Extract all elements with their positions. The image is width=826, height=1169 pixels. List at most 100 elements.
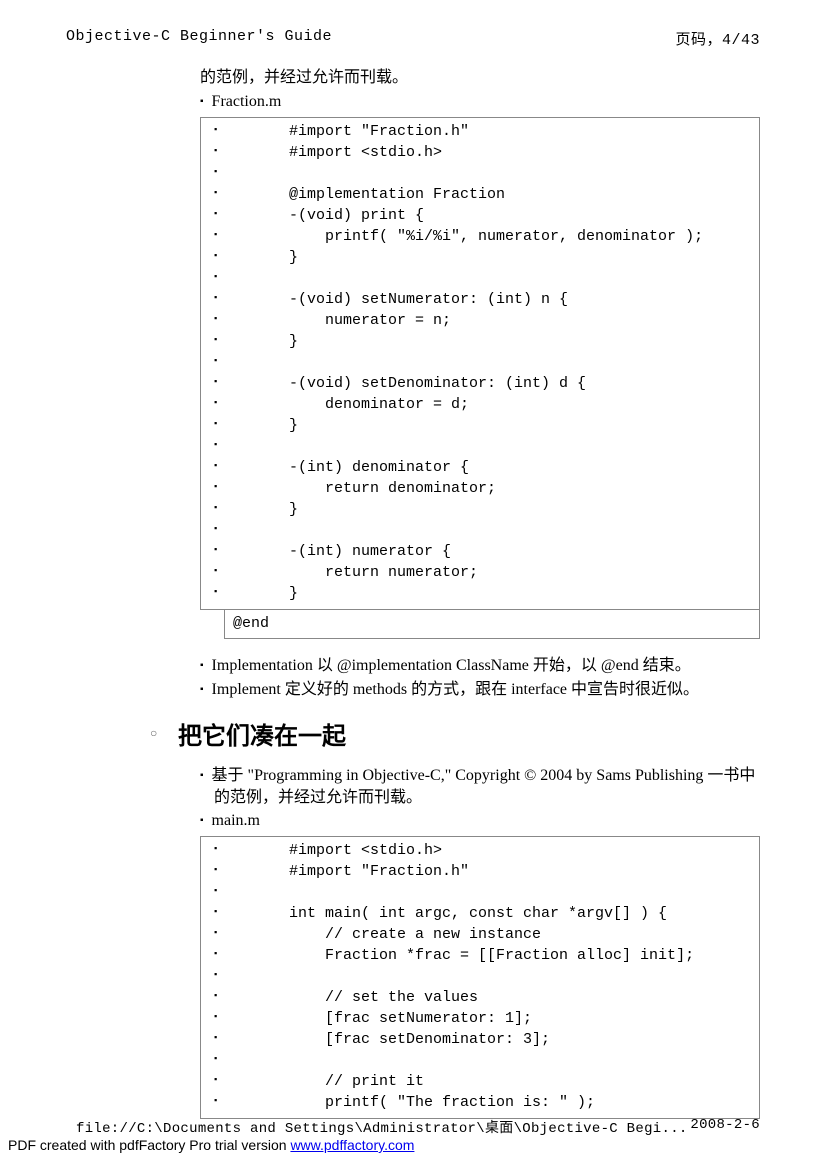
bullet-icon bbox=[209, 967, 289, 988]
code-line: -(void) setNumerator: (int) n { bbox=[209, 290, 751, 311]
page-footer: file://C:\Documents and Settings\Adminis… bbox=[0, 1117, 826, 1153]
code-line: return numerator; bbox=[209, 563, 751, 584]
code-line bbox=[209, 164, 751, 185]
bullet-icon bbox=[209, 925, 289, 946]
bullet-icon bbox=[209, 1051, 289, 1072]
code-text: #import "Fraction.h" bbox=[289, 122, 469, 143]
code-line: @implementation Fraction bbox=[209, 185, 751, 206]
footer-pdf-link[interactable]: www.pdffactory.com bbox=[290, 1137, 414, 1153]
code-line: -(void) setDenominator: (int) d { bbox=[209, 374, 751, 395]
code-line: #import "Fraction.h" bbox=[209, 122, 751, 143]
bullet-icon bbox=[209, 521, 289, 542]
code-line: } bbox=[209, 584, 751, 605]
code-text: // print it bbox=[289, 1072, 424, 1093]
section-bullet-icon: ○ bbox=[150, 726, 157, 741]
footer-path: file://C:\Documents and Settings\Adminis… bbox=[76, 1117, 688, 1137]
code-line: #import "Fraction.h" bbox=[209, 862, 751, 883]
code-line: // print it bbox=[209, 1072, 751, 1093]
bullet-icon bbox=[209, 437, 289, 458]
footer-date: 2008-2-6 bbox=[690, 1117, 760, 1137]
code-text: Fraction *frac = [[Fraction alloc] init]… bbox=[289, 946, 694, 967]
code-line: return denominator; bbox=[209, 479, 751, 500]
bullet-icon bbox=[209, 1009, 289, 1030]
section-heading: ○ 把它们凑在一起 bbox=[178, 716, 760, 751]
code-line: int main( int argc, const char *argv[] )… bbox=[209, 904, 751, 925]
notes-list: Implementation 以 @implementation ClassNa… bbox=[200, 655, 760, 700]
code-line bbox=[209, 521, 751, 542]
page-header: Objective-C Beginner's Guide 页码，4/43 bbox=[0, 0, 826, 49]
bullet-icon bbox=[209, 883, 289, 904]
code-line: } bbox=[209, 500, 751, 521]
doc-title: Objective-C Beginner's Guide bbox=[66, 28, 332, 49]
code-line: // create a new instance bbox=[209, 925, 751, 946]
bullet-icon bbox=[209, 353, 289, 374]
bullet-icon bbox=[209, 584, 289, 605]
bullet-icon bbox=[209, 841, 289, 862]
code-line: } bbox=[209, 248, 751, 269]
code-line: denominator = d; bbox=[209, 395, 751, 416]
code-text: printf( "%i/%i", numerator, denominator … bbox=[289, 227, 703, 248]
bullet-icon bbox=[209, 122, 289, 143]
code-text: @implementation Fraction bbox=[289, 185, 505, 206]
code-text: -(void) print { bbox=[289, 206, 424, 227]
code-block-1-end: @end bbox=[224, 610, 760, 639]
bullet-icon bbox=[209, 248, 289, 269]
bullet-icon bbox=[209, 269, 289, 290]
bullet-icon bbox=[209, 500, 289, 521]
page-number: 页码，4/43 bbox=[675, 28, 760, 49]
code-line: numerator = n; bbox=[209, 311, 751, 332]
code-line bbox=[209, 1051, 751, 1072]
bullet-icon bbox=[209, 988, 289, 1009]
footer-pdf-text: PDF created with pdfFactory Pro trial ve… bbox=[8, 1137, 290, 1153]
code-text: numerator = n; bbox=[289, 311, 451, 332]
code-line: -(int) denominator { bbox=[209, 458, 751, 479]
filename-1: Fraction.m bbox=[200, 91, 760, 113]
bullet-icon bbox=[209, 458, 289, 479]
code-text: #import <stdio.h> bbox=[289, 841, 442, 862]
code-line: -(void) print { bbox=[209, 206, 751, 227]
code-line bbox=[209, 967, 751, 988]
code-text: } bbox=[289, 332, 298, 353]
code-line bbox=[209, 269, 751, 290]
note-item: Implementation 以 @implementation ClassNa… bbox=[200, 655, 760, 677]
code-text: [frac setDenominator: 3]; bbox=[289, 1030, 550, 1051]
intro-paragraph: 的范例，并经过允许而刊载。 bbox=[200, 67, 760, 89]
bullet-icon bbox=[209, 862, 289, 883]
code-line: } bbox=[209, 332, 751, 353]
code-line: printf( "%i/%i", numerator, denominator … bbox=[209, 227, 751, 248]
code-line: Fraction *frac = [[Fraction alloc] init]… bbox=[209, 946, 751, 967]
bullet-icon bbox=[209, 311, 289, 332]
code-line bbox=[209, 883, 751, 904]
code-text: return numerator; bbox=[289, 563, 478, 584]
code-text: -(void) setDenominator: (int) d { bbox=[289, 374, 586, 395]
code-line: [frac setDenominator: 3]; bbox=[209, 1030, 751, 1051]
filename-2: main.m bbox=[200, 810, 760, 832]
bullet-icon bbox=[209, 332, 289, 353]
code-text: } bbox=[289, 248, 298, 269]
bullet-icon bbox=[209, 143, 289, 164]
bullet-icon bbox=[209, 904, 289, 925]
code-line: [frac setNumerator: 1]; bbox=[209, 1009, 751, 1030]
code-line: #import <stdio.h> bbox=[209, 841, 751, 862]
bullet-icon bbox=[209, 1030, 289, 1051]
bullet-icon bbox=[209, 946, 289, 967]
bullet-icon bbox=[209, 374, 289, 395]
code-line bbox=[209, 437, 751, 458]
code-text: printf( "The fraction is: " ); bbox=[289, 1093, 595, 1114]
bullet-icon bbox=[209, 185, 289, 206]
bullet-icon bbox=[209, 227, 289, 248]
code-text: // set the values bbox=[289, 988, 478, 1009]
code-text: -(void) setNumerator: (int) n { bbox=[289, 290, 568, 311]
code-text: [frac setNumerator: 1]; bbox=[289, 1009, 532, 1030]
main-content: 的范例，并经过允许而刊载。 Fraction.m #import "Fracti… bbox=[0, 49, 760, 1119]
code-text: } bbox=[289, 500, 298, 521]
code-line: // set the values bbox=[209, 988, 751, 1009]
section-title-text: 把它们凑在一起 bbox=[178, 724, 346, 750]
code-block-2: #import <stdio.h>#import "Fraction.h" int… bbox=[200, 836, 760, 1119]
code-text: -(int) numerator { bbox=[289, 542, 451, 563]
code-line: } bbox=[209, 416, 751, 437]
code-text: return denominator; bbox=[289, 479, 496, 500]
bullet-icon bbox=[209, 1093, 289, 1114]
code-line: printf( "The fraction is: " ); bbox=[209, 1093, 751, 1114]
bullet-icon bbox=[209, 290, 289, 311]
